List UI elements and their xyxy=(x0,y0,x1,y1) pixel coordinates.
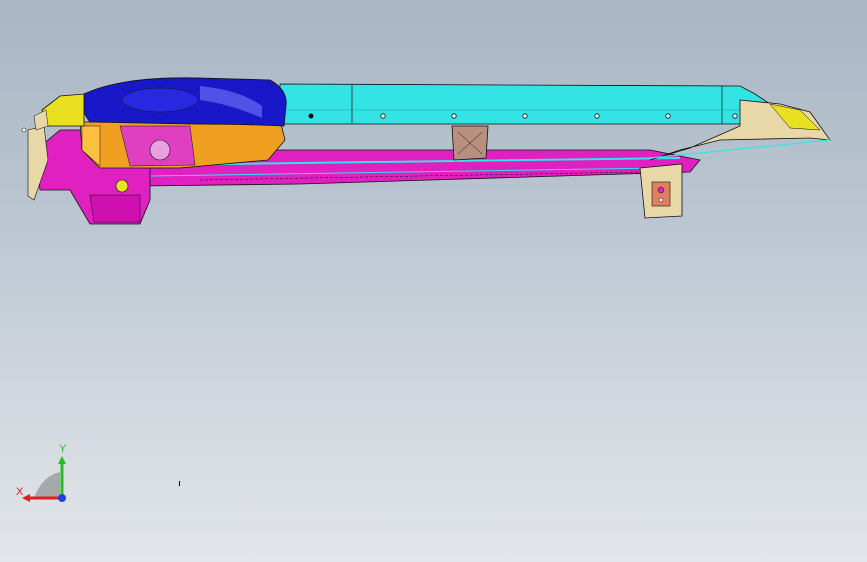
cad-model[interactable] xyxy=(0,0,867,562)
front-yellow-bracket[interactable] xyxy=(21,93,85,133)
x-axis-label: X xyxy=(16,486,24,498)
graphics-viewport[interactable]: Y X xyxy=(0,0,867,562)
top-cyan-rail[interactable] xyxy=(279,83,771,125)
cursor-marker xyxy=(179,481,180,486)
rear-mount-bracket[interactable] xyxy=(639,163,683,219)
y-axis-label: Y xyxy=(59,443,67,455)
orange-housing[interactable] xyxy=(79,119,286,169)
middle-hanger-bracket[interactable] xyxy=(451,125,489,161)
blue-tank[interactable] xyxy=(81,77,287,127)
